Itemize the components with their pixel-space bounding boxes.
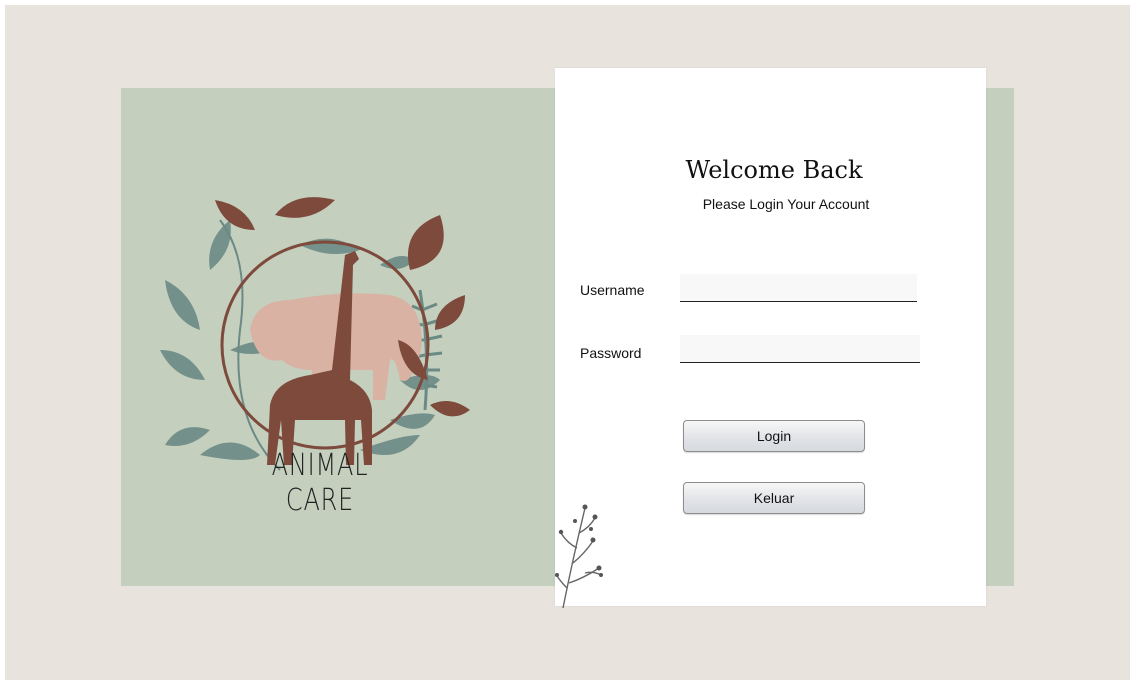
login-button[interactable]: Login (683, 420, 865, 452)
brand-name: ANIMAL CARE (271, 448, 369, 518)
page-title: Welcome Back (685, 156, 863, 184)
login-card: Welcome Back Please Login Your Account U… (555, 68, 986, 608)
username-input[interactable] (680, 274, 917, 302)
password-input[interactable] (680, 335, 920, 363)
page-subtitle: Please Login Your Account (702, 196, 870, 212)
password-label: Password (580, 345, 642, 361)
plant-sprig-decoration (555, 504, 603, 608)
exit-button[interactable]: Keluar (683, 482, 865, 514)
username-label: Username (580, 282, 645, 298)
